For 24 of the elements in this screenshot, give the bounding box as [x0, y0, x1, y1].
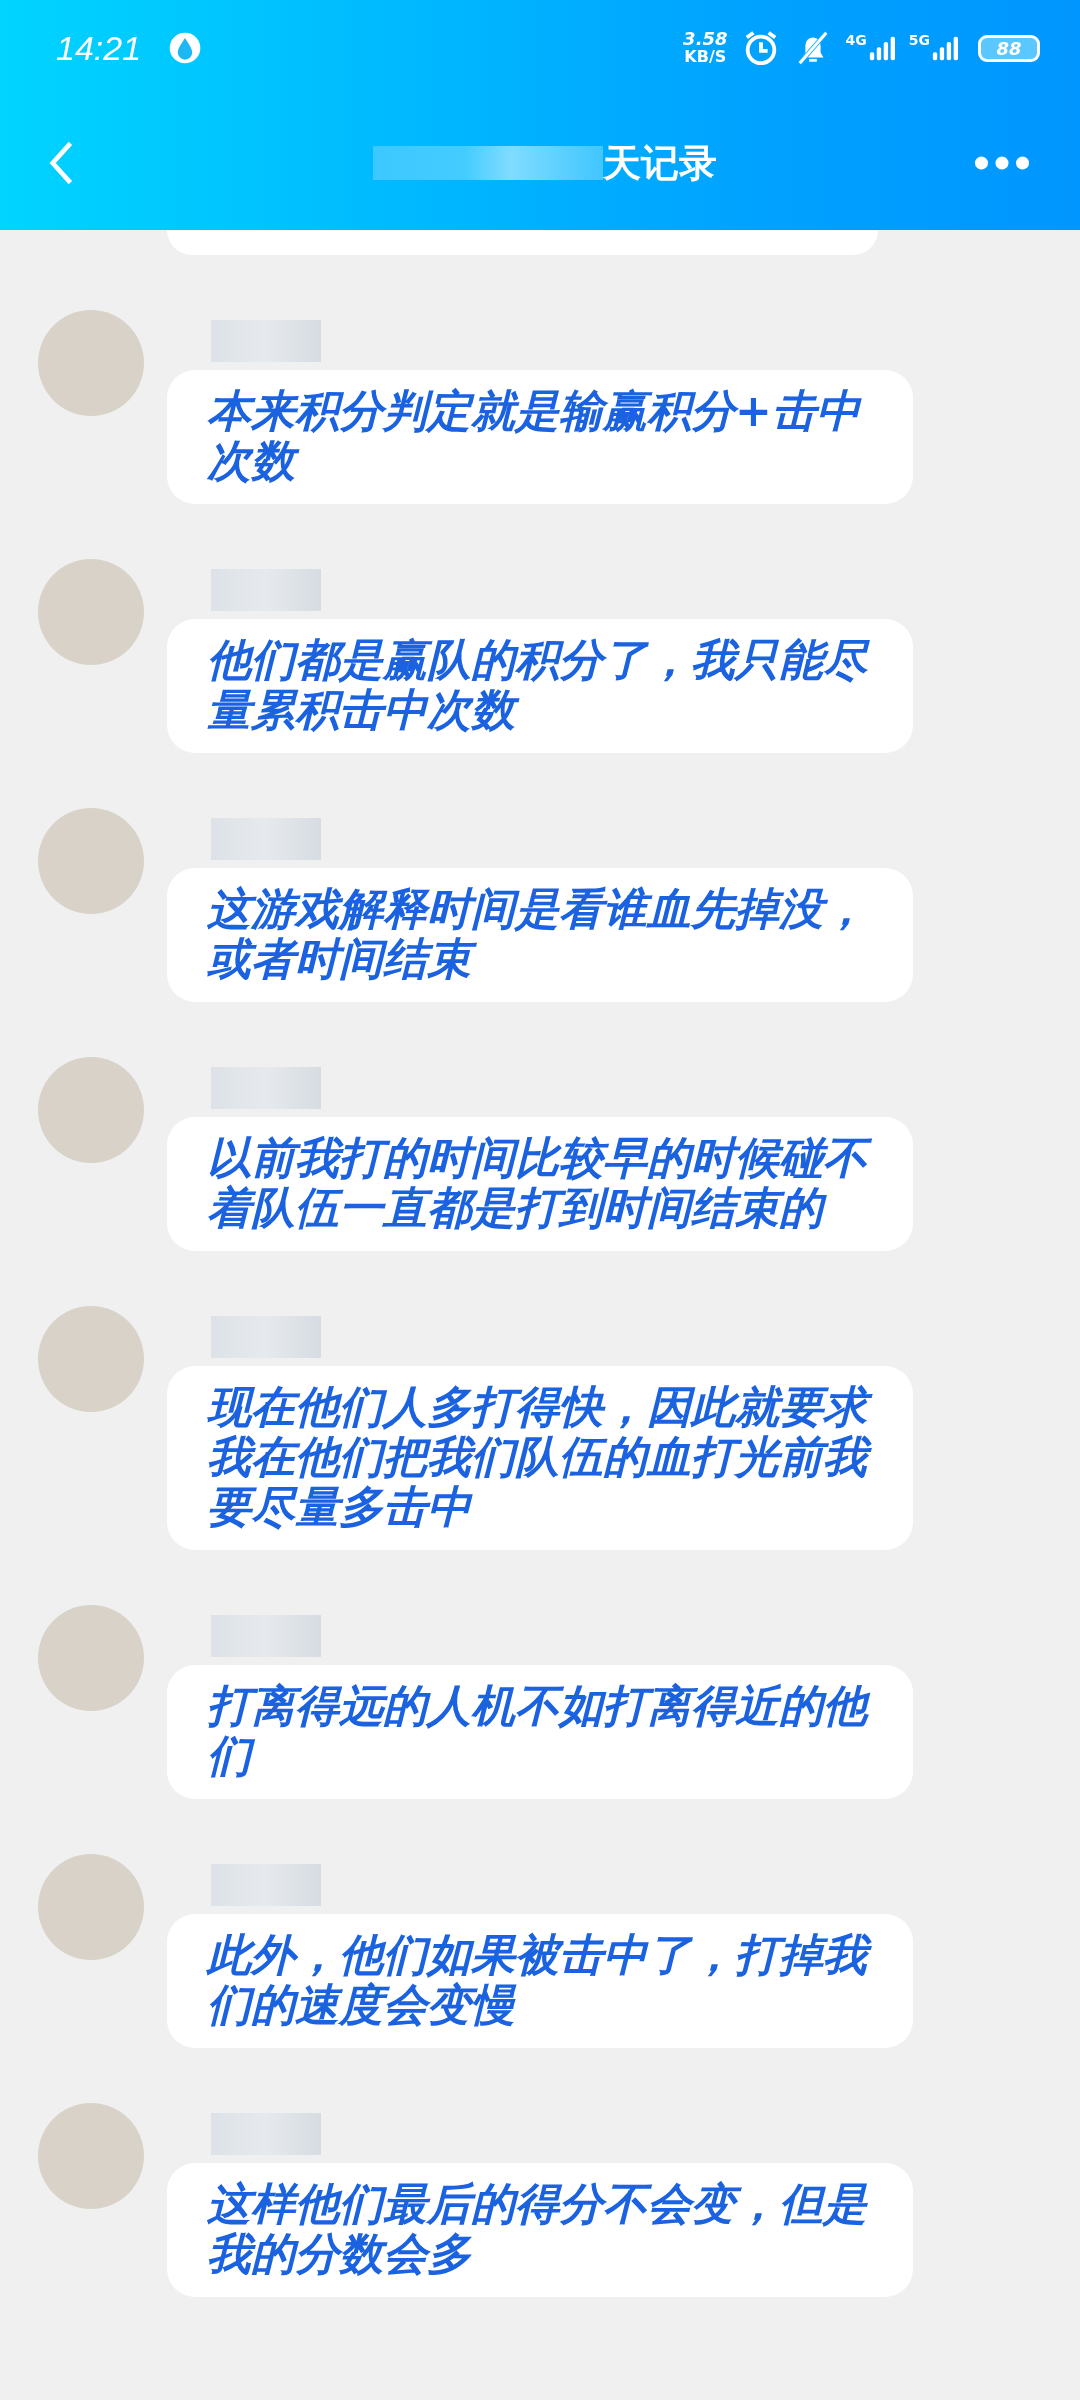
network-label: 4G	[845, 32, 867, 48]
message-bubble: 现在他们人多打得快，因此就要求我在他们把我们队伍的血打光前我要尽量多击中	[167, 1366, 913, 1550]
battery-indicator: 88	[978, 34, 1040, 62]
avatar-icon	[38, 559, 144, 665]
network-label: 5G	[908, 32, 930, 48]
status-time: 14:21	[56, 28, 142, 68]
message-bubble: 本来积分判定就是输赢积分+击中次数	[167, 370, 913, 504]
avatar-icon	[38, 1854, 144, 1960]
message-bubble: 此外，他们如果被击中了，打掉我们的速度会变慢	[167, 1914, 913, 2048]
window-title: 天记录	[603, 138, 717, 187]
avatar-icon	[38, 1605, 144, 1711]
message-bubble: 这游戏解释时间是看谁血先掉没，或者时间结束	[167, 868, 913, 1002]
network-speed: 3.58	[683, 30, 728, 48]
message-bubble: 以前我打的时间比较早的时候碰不着队伍一直都是打到时间结束的	[167, 1117, 913, 1251]
speed-unit: KB/S	[684, 48, 727, 66]
message-bubble: 这样他们最后的得分不会变，但是我的分数会多	[167, 2163, 913, 2297]
avatar-icon	[38, 808, 144, 914]
more-icon[interactable]	[974, 155, 1030, 171]
avatar-icon	[38, 1057, 144, 1163]
message-bubble: 打离得远的人机不如打离得近的他们	[167, 1665, 913, 1799]
avatar-icon	[38, 310, 144, 416]
message-bubble: 他们都是赢队的积分了，我只能尽量累积击中次数	[167, 619, 913, 753]
avatar-icon	[38, 2103, 144, 2209]
avatar-icon	[38, 1306, 144, 1412]
